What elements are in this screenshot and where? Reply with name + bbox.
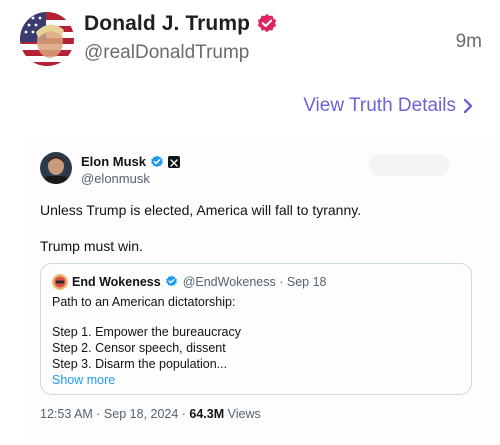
tweet-timestamp: 12:53 AM · Sep 18, 2024 · <box>40 407 190 421</box>
quote-author-avatar <box>52 274 68 290</box>
embed-author-avatar <box>40 152 72 184</box>
show-more-link: Show more <box>52 373 116 387</box>
post-timestamp: 9m <box>455 31 482 52</box>
blue-verified-icon <box>165 275 179 289</box>
tweet-meta: 12:53 AM · Sep 18, 2024 · 64.3M Views <box>40 407 261 421</box>
x-logo-icon <box>168 155 181 168</box>
embedded-post-image[interactable]: Elon Musk @elonmusk Unless Trump is elec… <box>24 136 492 441</box>
quote-author-name: End Wokeness <box>72 275 161 289</box>
chevron-right-icon <box>462 98 474 114</box>
embed-author-handle: @elonmusk <box>81 171 150 186</box>
quote-text-line-4: Step 3. Disarm the population... <box>52 357 228 371</box>
author-handle[interactable]: @realDonaldTrump <box>84 42 249 64</box>
quote-header: End Wokeness @EndWokeness · Sep 18 <box>72 275 326 289</box>
post-header: Donald J. Trump @realDonaldTrump 9m <box>20 12 482 72</box>
tweet-views-count: 64.3M <box>189 407 225 421</box>
quote-text-line-1: Path to an American dictatorship: <box>52 295 236 309</box>
quote-text-line-3: Step 2. Censor speech, dissent <box>52 341 226 355</box>
author-name-row: Donald J. Trump <box>84 12 278 36</box>
tweet-text-line-2: Trump must win. <box>40 238 143 254</box>
tweet-text-line-1: Unless Trump is elected, America will fa… <box>40 202 362 218</box>
quote-author-meta: @EndWokeness · Sep 18 <box>182 275 327 289</box>
verified-badge-icon <box>256 13 278 35</box>
view-truth-details-link[interactable]: View Truth Details <box>303 95 474 117</box>
blurred-region <box>369 154 449 176</box>
author-name[interactable]: Donald J. Trump <box>84 12 250 36</box>
embed-name-row: Elon Musk <box>81 154 181 169</box>
blue-verified-icon <box>150 155 164 169</box>
embed-author-name: Elon Musk <box>81 154 147 169</box>
quoted-post-card: End Wokeness @EndWokeness · Sep 18 Path … <box>40 263 472 395</box>
quote-text-line-2: Step 1. Empower the bureaucracy <box>52 325 241 339</box>
tweet-views-label: Views <box>224 407 261 421</box>
view-truth-details-label: View Truth Details <box>303 95 456 116</box>
author-avatar[interactable] <box>20 12 74 66</box>
